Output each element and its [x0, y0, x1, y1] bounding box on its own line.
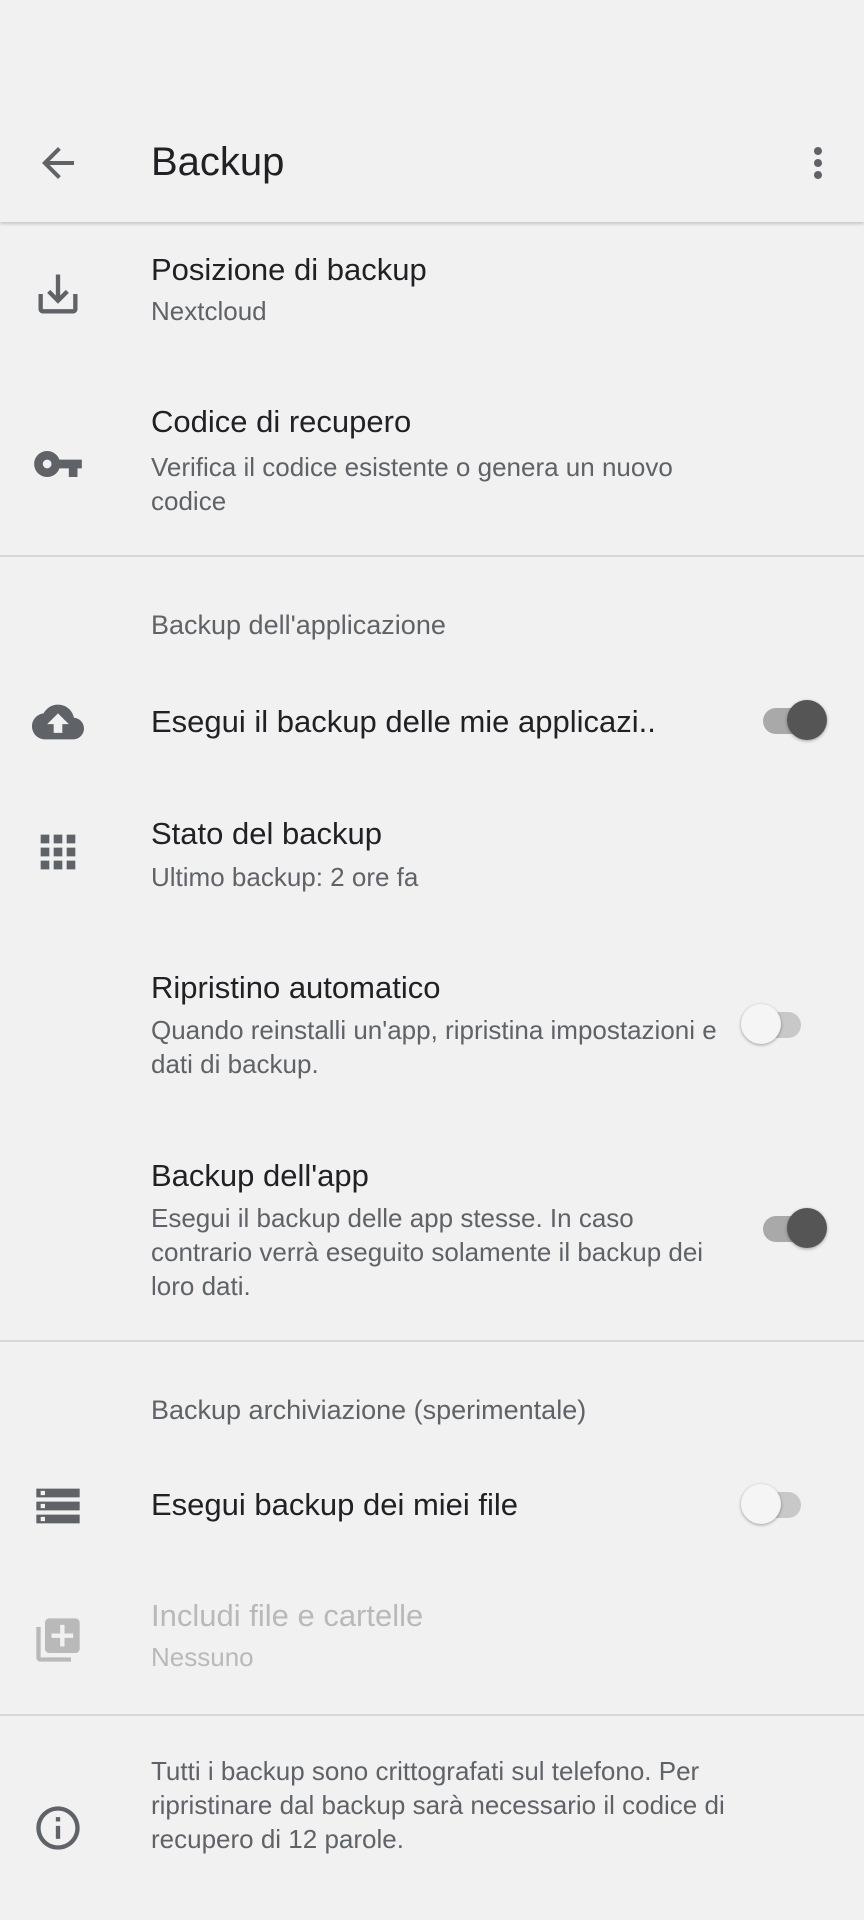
divider [0, 1714, 864, 1716]
backup-apps-title: Esegui il backup delle mie applicazi.. [151, 704, 656, 739]
info-text: Tutti i backup sono crittografati sul te… [151, 1756, 725, 1854]
storage-list-icon [32, 1480, 84, 1532]
backup-location-item[interactable]: Posizione di backup Nextcloud [0, 222, 864, 352]
library-add-icon [32, 1614, 84, 1666]
include-files-item: Includi file e cartelle Nessuno [0, 1590, 864, 1710]
auto-restore-toggle[interactable] [741, 1000, 811, 1048]
apps-grid-icon [32, 826, 84, 878]
backup-apps-item[interactable]: Esegui il backup delle mie applicazi.. [0, 672, 864, 772]
app-backup-description: Esegui il backup delle app stesse. In ca… [151, 1203, 704, 1301]
divider [0, 555, 864, 557]
recovery-code-title: Codice di recupero [151, 404, 412, 439]
divider [0, 1340, 864, 1342]
include-files-value: Nessuno [151, 1642, 254, 1672]
backup-location-title: Posizione di backup [151, 252, 427, 287]
recovery-code-description: Verifica il codice esistente o genera un… [151, 452, 673, 516]
key-icon [32, 438, 84, 490]
storage-backup-section-header: Backup archiviazione (sperimentale) [151, 1395, 587, 1425]
app-backup-title: Backup dell'app [151, 1158, 369, 1193]
download-icon [32, 268, 84, 320]
app-backup-toggle[interactable] [757, 1204, 827, 1252]
arrow-back-icon[interactable] [34, 139, 82, 187]
page-title: Backup [151, 140, 285, 184]
backup-files-item[interactable]: Esegui backup dei miei file [0, 1456, 864, 1556]
app-backup-item[interactable]: Backup dell'app Esegui il backup delle a… [0, 1128, 864, 1328]
toggle-thumb [741, 1484, 781, 1524]
backup-files-title: Esegui backup dei miei file [151, 1487, 519, 1522]
app-backup-section-header: Backup dell'applicazione [151, 610, 446, 640]
include-files-title: Includi file e cartelle [151, 1598, 424, 1633]
auto-restore-title: Ripristino automatico [151, 970, 441, 1005]
info-footer: Tutti i backup sono crittografati sul te… [0, 1740, 864, 1890]
cloud-upload-icon [32, 696, 84, 748]
toggle-thumb [787, 700, 827, 740]
backup-location-value: Nextcloud [151, 296, 267, 326]
toggle-thumb [741, 1004, 781, 1044]
more-vert-icon[interactable] [794, 139, 842, 187]
recovery-code-item[interactable]: Codice di recupero Verifica il codice es… [0, 382, 864, 532]
backup-apps-toggle[interactable] [757, 696, 827, 744]
toggle-thumb [787, 1208, 827, 1248]
backup-files-toggle[interactable] [741, 1480, 811, 1528]
info-icon [32, 1802, 84, 1854]
backup-status-value: Ultimo backup: 2 ore fa [151, 862, 419, 892]
backup-status-title: Stato del backup [151, 816, 382, 851]
auto-restore-description: Quando reinstalli un'app, ripristina imp… [151, 1015, 717, 1079]
auto-restore-item[interactable]: Ripristino automatico Quando reinstalli … [0, 940, 864, 1090]
app-bar: Backup [0, 0, 864, 222]
backup-status-item[interactable]: Stato del backup Ultimo backup: 2 ore fa [0, 790, 864, 910]
